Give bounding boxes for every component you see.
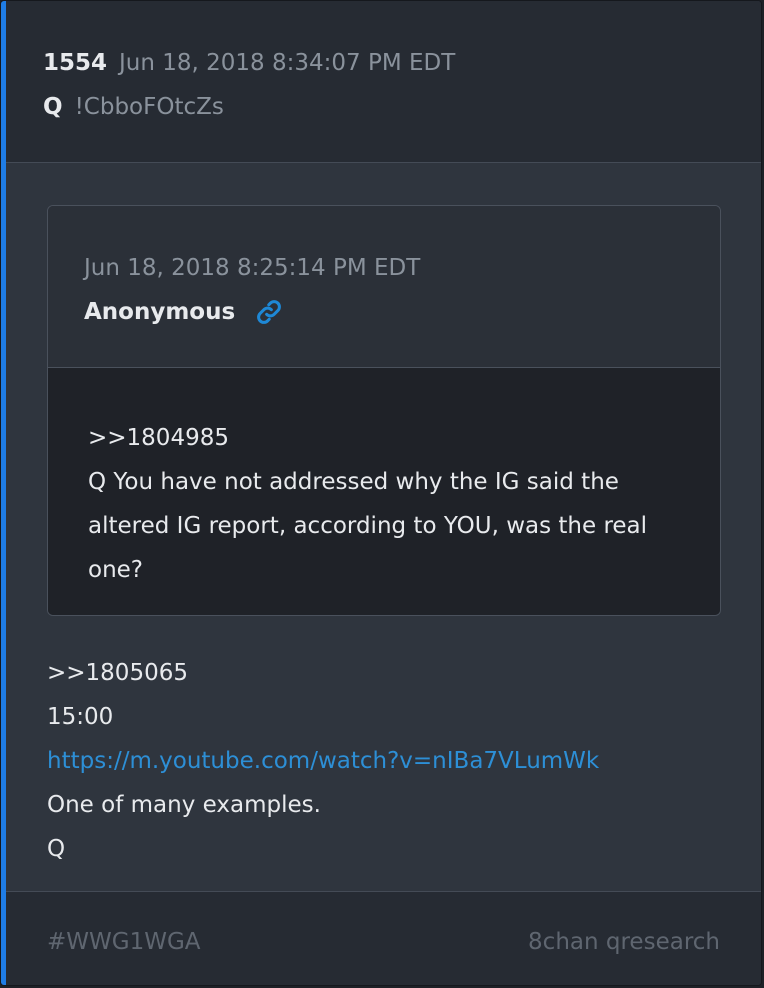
quoted-post-line: >>1804985 [88, 425, 229, 451]
quoted-post-date: Jun 18, 2018 8:25:14 PM EDT [84, 255, 421, 281]
quoted-post-text: >>1804985 Q You have not addressed why t… [88, 416, 688, 592]
post-signature: Q [47, 836, 66, 862]
link-icon[interactable] [255, 298, 283, 326]
post-body: >>1805065 15:00 https://m.youtube.com/wa… [47, 651, 727, 871]
post-date: Jun 18, 2018 8:34:07 PM EDT [119, 50, 456, 76]
post-number: 1554 [43, 50, 108, 76]
post-text-line: One of many examples. [47, 792, 321, 818]
post-timestamp-text: 15:00 [47, 704, 114, 730]
post-card: 1554 Jun 18, 2018 8:34:07 PM EDT Q !CbboFO… [0, 0, 762, 986]
tripcode: !CbboFOtcZs [74, 94, 224, 120]
quoted-post-line: Q You have not addressed why the IG said… [88, 469, 619, 495]
quoted-post-line: altered IG report, according to YOU, was… [88, 513, 648, 539]
post-author-row: Q !CbboFOtcZs [43, 91, 224, 123]
quoted-post-body: >>1804985 Q You have not addressed why t… [48, 368, 720, 615]
post-meta-row: 1554 Jun 18, 2018 8:34:07 PM EDT [43, 47, 455, 79]
quoted-post-author-row: Anonymous [84, 296, 283, 328]
quoted-post: Jun 18, 2018 8:25:14 PM EDT Anonymous >>… [47, 205, 721, 616]
hashtag: #WWG1WGA [47, 929, 201, 955]
post-header: 1554 Jun 18, 2018 8:34:07 PM EDT Q !CbboFO… [6, 1, 761, 163]
source-label: 8chan qresearch [528, 929, 720, 955]
post-reference: >>1805065 [47, 660, 188, 686]
quoted-post-author: Anonymous [84, 299, 236, 325]
author-name: Q [43, 94, 63, 120]
youtube-link[interactable]: https://m.youtube.com/watch?v=nIBa7VLumW… [47, 748, 599, 774]
post-footer: #WWG1WGA 8chan qresearch [6, 891, 761, 985]
quoted-post-line: one? [88, 557, 144, 583]
quoted-post-header: Jun 18, 2018 8:25:14 PM EDT Anonymous [48, 206, 720, 368]
